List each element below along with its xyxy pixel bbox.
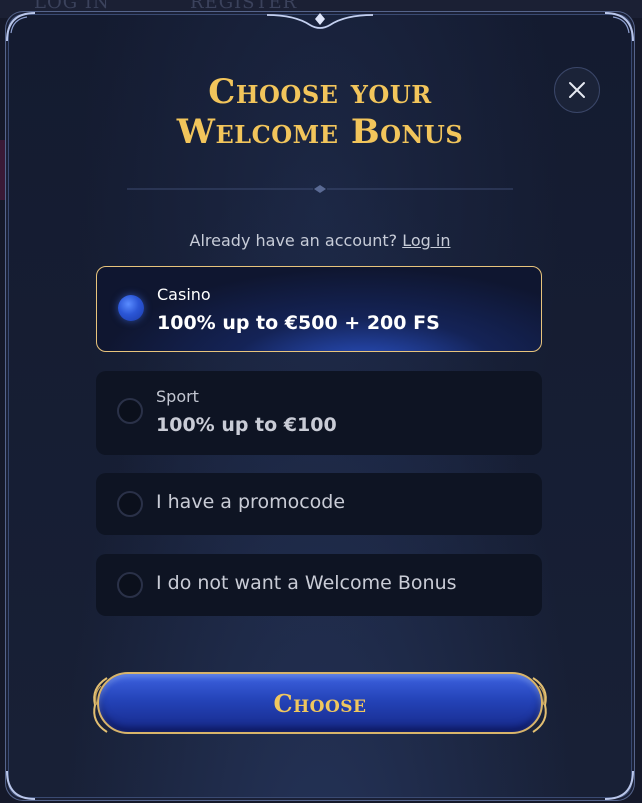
account-prompt: Already have an account? Log in	[9, 231, 631, 250]
option-label: I do not want a Welcome Bonus	[156, 572, 457, 594]
bonus-option-none[interactable]: I do not want a Welcome Bonus	[96, 554, 542, 616]
button-ornament-left-icon	[93, 677, 108, 733]
option-value: 100% up to €500 + 200 FS	[157, 312, 440, 334]
bg-login-text: LOG IN	[34, 0, 110, 13]
background-edge	[0, 140, 6, 200]
option-label: I have a promocode	[156, 491, 346, 513]
frame-corner-ornament-icon	[604, 770, 634, 800]
radio-button[interactable]	[117, 398, 143, 424]
bonus-option-casino[interactable]: Casino 100% up to €500 + 200 FS	[96, 266, 542, 352]
welcome-bonus-modal: Choose your Welcome Bonus Already have a…	[6, 12, 634, 800]
choose-button-label: Choose	[273, 688, 367, 718]
title-divider	[127, 185, 513, 193]
account-prompt-text: Already have an account?	[189, 231, 398, 250]
frame-corner-ornament-icon	[6, 12, 36, 42]
radio-button[interactable]	[117, 491, 143, 517]
title-line-2: Welcome Bonus	[176, 112, 464, 152]
option-value: 100% up to €100	[156, 414, 337, 436]
bonus-option-sport[interactable]: Sport 100% up to €100	[96, 371, 542, 455]
title-line-1: Choose your	[208, 72, 432, 112]
choose-button[interactable]: Choose	[93, 672, 547, 734]
option-label: Sport	[156, 387, 199, 406]
option-label: Casino	[157, 285, 211, 304]
radio-button-checked[interactable]	[118, 295, 144, 321]
login-link[interactable]: Log in	[402, 231, 450, 250]
radio-button[interactable]	[117, 572, 143, 598]
frame-top-ornament-icon	[266, 13, 374, 29]
modal-title: Choose your Welcome Bonus	[9, 72, 631, 152]
frame-corner-ornament-icon	[6, 770, 36, 800]
button-ornament-right-icon	[532, 677, 547, 733]
frame-corner-ornament-icon	[604, 12, 634, 42]
bonus-option-promocode[interactable]: I have a promocode	[96, 473, 542, 535]
